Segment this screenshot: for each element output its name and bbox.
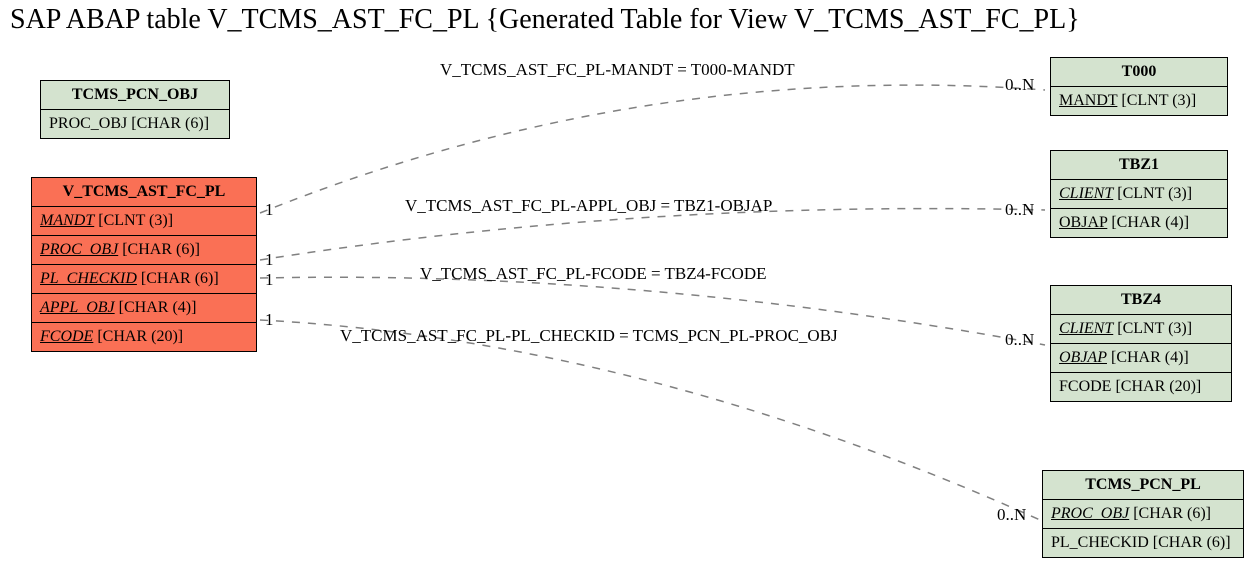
- entity-header: V_TCMS_AST_FC_PL: [32, 178, 256, 207]
- entity-main: V_TCMS_AST_FC_PL MANDT [CLNT (3)] PROC_O…: [31, 177, 257, 352]
- field-type: [CHAR (6)]: [1133, 505, 1211, 522]
- cardinality-left-r3: 1: [265, 270, 274, 290]
- field-name: PROC_OBJ: [49, 115, 127, 132]
- field-type: [CHAR (6)]: [1153, 534, 1231, 551]
- field-type: [CHAR (20)]: [1115, 378, 1201, 395]
- field-name: FCODE: [40, 328, 93, 345]
- entity-tbz4: TBZ4 CLIENT [CLNT (3)] OBJAP [CHAR (4)] …: [1050, 285, 1232, 402]
- entity-row: OBJAP [CHAR (4)]: [1051, 209, 1227, 237]
- entity-row: PL_CHECKID [CHAR (6)]: [32, 265, 256, 294]
- field-type: [CHAR (6)]: [122, 241, 200, 258]
- page-title: SAP ABAP table V_TCMS_AST_FC_PL {Generat…: [10, 4, 1080, 36]
- field-name: FCODE: [1059, 378, 1111, 395]
- field-type: [CLNT (3)]: [1117, 185, 1192, 202]
- entity-tbz1: TBZ1 CLIENT [CLNT (3)] OBJAP [CHAR (4)]: [1050, 150, 1228, 238]
- cardinality-right-r4: 0..N: [997, 505, 1026, 525]
- field-type: [CLNT (3)]: [1121, 92, 1196, 109]
- entity-row: PROC_OBJ [CHAR (6)]: [1043, 500, 1243, 529]
- entity-header: TBZ1: [1051, 151, 1227, 180]
- field-name: PROC_OBJ: [40, 241, 118, 258]
- field-name: MANDT: [40, 212, 94, 229]
- entity-row: FCODE [CHAR (20)]: [1051, 373, 1231, 401]
- relation-label-mandt: V_TCMS_AST_FC_PL-MANDT = T000-MANDT: [440, 60, 795, 80]
- entity-tcms-pcn-obj: TCMS_PCN_OBJ PROC_OBJ [CHAR (6)]: [40, 80, 230, 139]
- cardinality-right-r2: 0..N: [1005, 200, 1034, 220]
- entity-row: MANDT [CLNT (3)]: [32, 207, 256, 236]
- entity-row: CLIENT [CLNT (3)]: [1051, 315, 1231, 344]
- field-name: PL_CHECKID: [40, 270, 137, 287]
- cardinality-right-r1: 0..N: [1005, 75, 1034, 95]
- field-name: APPL_OBJ: [40, 299, 115, 316]
- field-name: CLIENT: [1059, 185, 1113, 202]
- field-name: PL_CHECKID: [1051, 534, 1149, 551]
- entity-header: T000: [1051, 58, 1227, 87]
- field-type: [CLNT (3)]: [98, 212, 173, 229]
- field-type: [CHAR (4)]: [1111, 349, 1189, 366]
- field-type: [CHAR (6)]: [141, 270, 219, 287]
- field-type: [CHAR (20)]: [97, 328, 183, 345]
- entity-row: FCODE [CHAR (20)]: [32, 323, 256, 351]
- field-type: [CLNT (3)]: [1117, 320, 1192, 337]
- field-type: [CHAR (6)]: [131, 115, 209, 132]
- relation-label-plcheck: V_TCMS_AST_FC_PL-PL_CHECKID = TCMS_PCN_P…: [340, 326, 838, 346]
- field-name: CLIENT: [1059, 320, 1113, 337]
- entity-tcms-pcn-pl: TCMS_PCN_PL PROC_OBJ [CHAR (6)] PL_CHECK…: [1042, 470, 1244, 558]
- field-type: [CHAR (4)]: [1111, 214, 1189, 231]
- field-name: OBJAP: [1059, 349, 1107, 366]
- entity-header: TCMS_PCN_OBJ: [41, 81, 229, 110]
- cardinality-left-r1: 1: [265, 200, 274, 220]
- entity-header: TBZ4: [1051, 286, 1231, 315]
- entity-row: PROC_OBJ [CHAR (6)]: [32, 236, 256, 265]
- field-name: PROC_OBJ: [1051, 505, 1129, 522]
- entity-row: MANDT [CLNT (3)]: [1051, 87, 1227, 115]
- entity-row: CLIENT [CLNT (3)]: [1051, 180, 1227, 209]
- cardinality-left-r2: 1: [265, 250, 274, 270]
- relation-label-fcode: V_TCMS_AST_FC_PL-FCODE = TBZ4-FCODE: [420, 264, 767, 284]
- field-name: OBJAP: [1059, 214, 1107, 231]
- entity-row: OBJAP [CHAR (4)]: [1051, 344, 1231, 373]
- field-name: MANDT: [1059, 92, 1117, 109]
- relation-label-applobj: V_TCMS_AST_FC_PL-APPL_OBJ = TBZ1-OBJAP: [405, 196, 772, 216]
- cardinality-right-r3: 0..N: [1005, 330, 1034, 350]
- field-type: [CHAR (4)]: [119, 299, 197, 316]
- entity-t000: T000 MANDT [CLNT (3)]: [1050, 57, 1228, 116]
- entity-row: PL_CHECKID [CHAR (6)]: [1043, 529, 1243, 557]
- entity-row: PROC_OBJ [CHAR (6)]: [41, 110, 229, 138]
- entity-row: APPL_OBJ [CHAR (4)]: [32, 294, 256, 323]
- cardinality-left-r4: 1: [265, 310, 274, 330]
- entity-header: TCMS_PCN_PL: [1043, 471, 1243, 500]
